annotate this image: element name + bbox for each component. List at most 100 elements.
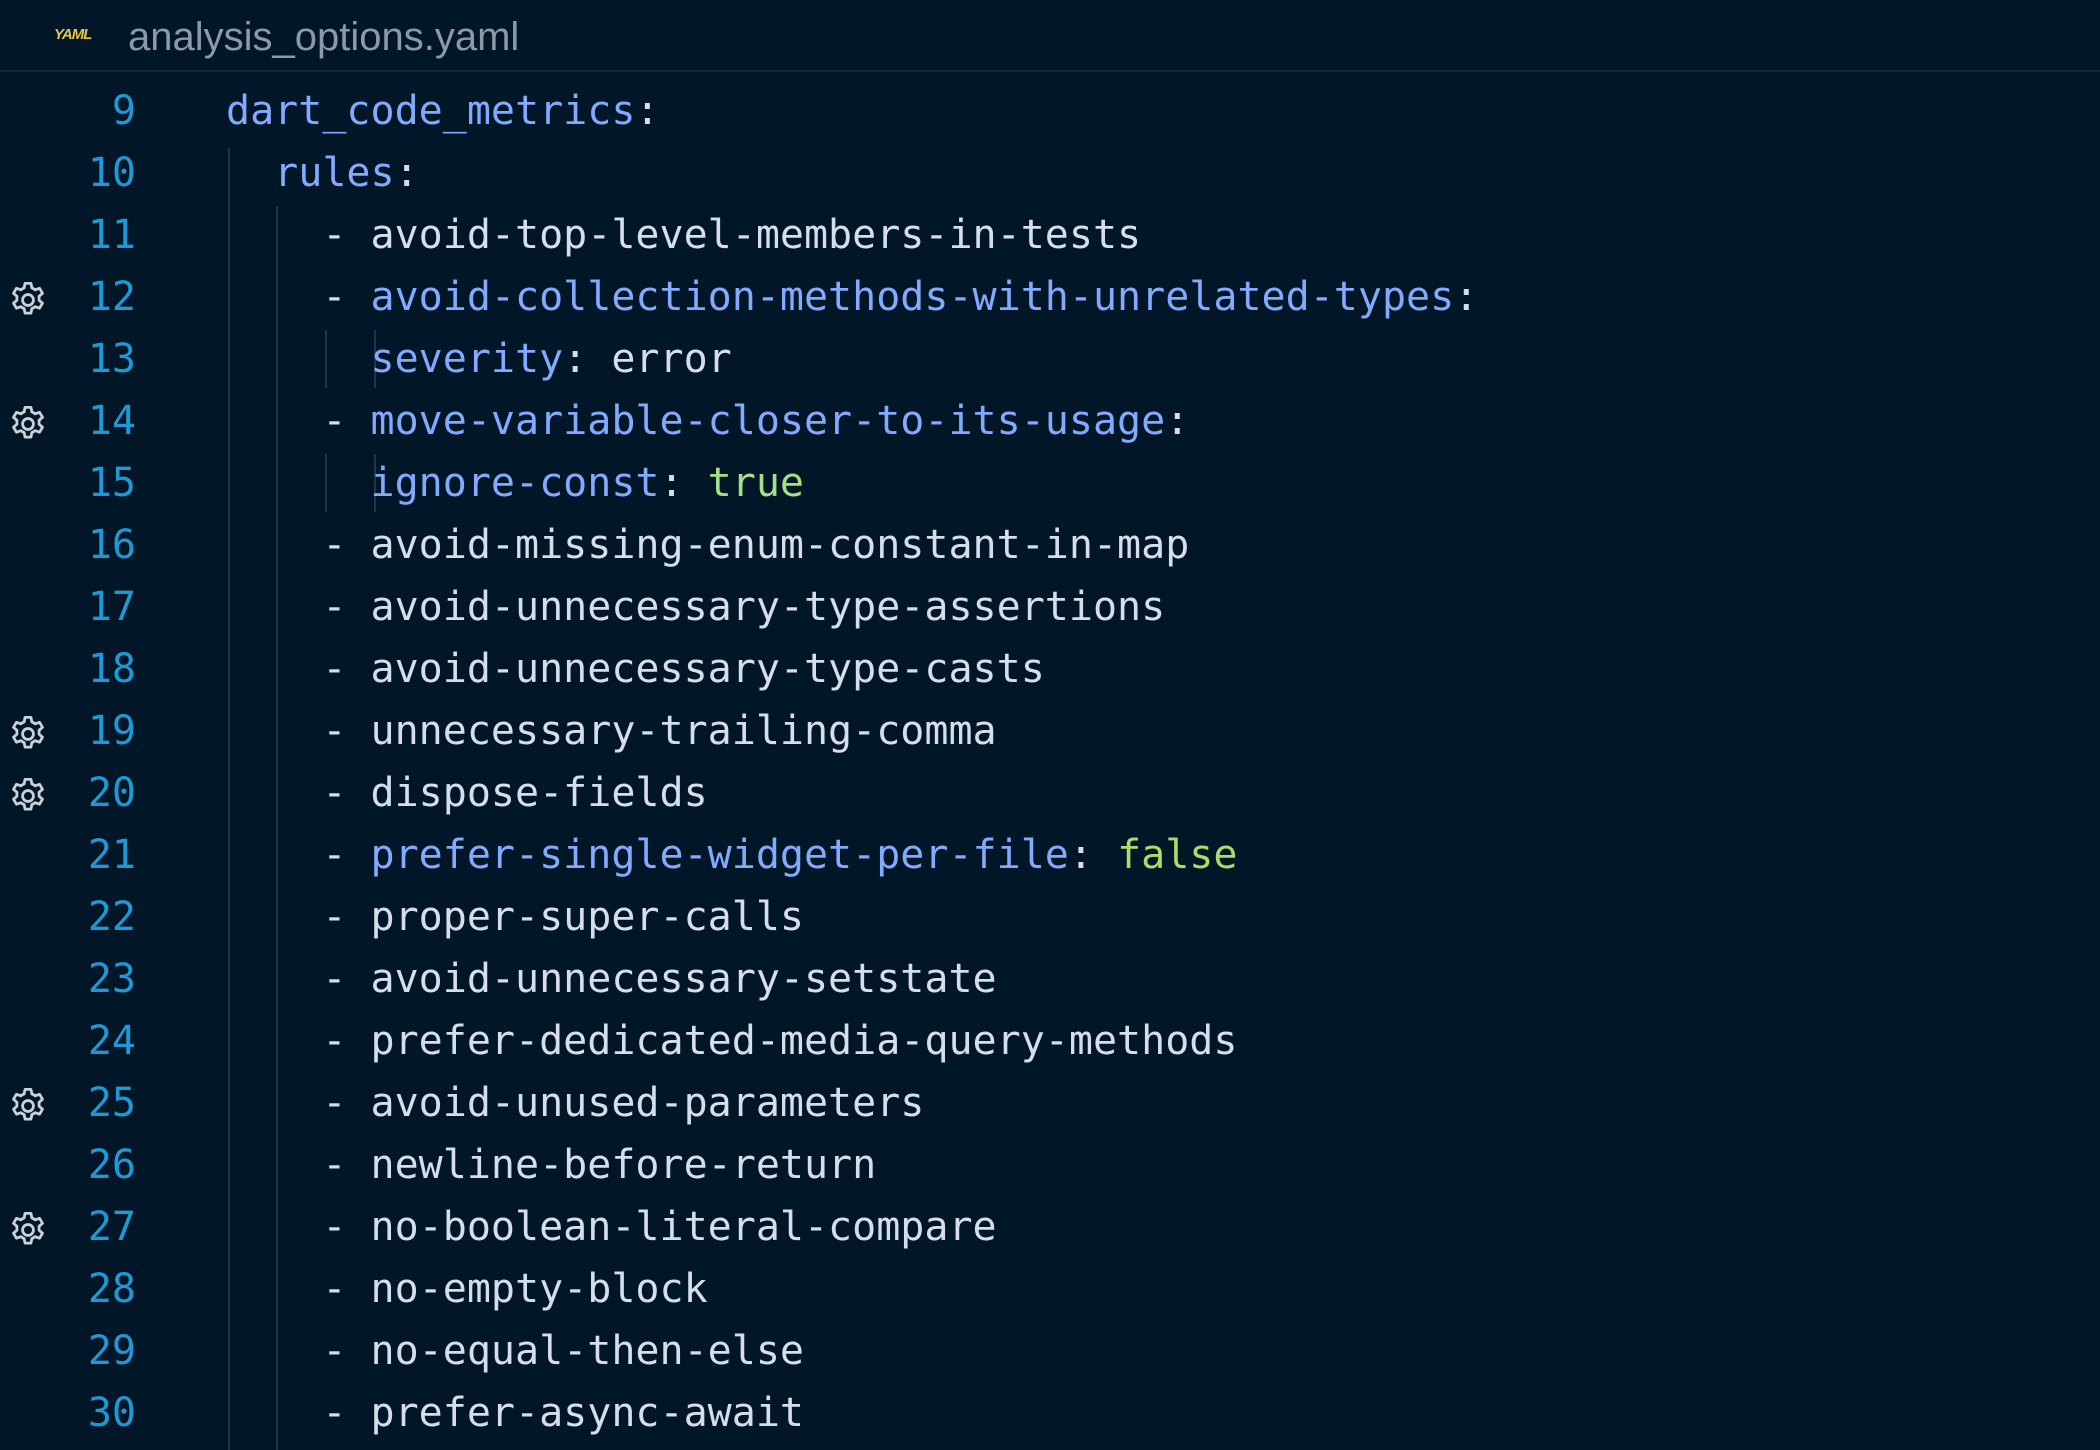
code-line[interactable]: 23 - avoid-unnecessary-setstate — [0, 948, 2100, 1010]
gear-icon[interactable] — [7, 403, 49, 445]
code-text[interactable]: - avoid-unused-parameters — [226, 1072, 924, 1134]
code-text[interactable]: - move-variable-closer-to-its-usage: — [226, 390, 1189, 452]
yaml-icon: YAML — [54, 26, 92, 43]
code-line[interactable]: 29 - no-equal-then-else — [0, 1320, 2100, 1382]
yaml-list-item: proper-super-calls — [370, 894, 804, 940]
yaml-list-item: prefer-dedicated-media-query-methods — [370, 1018, 1238, 1064]
code-line[interactable]: 16 - avoid-missing-enum-constant-in-map — [0, 514, 2100, 576]
code-line[interactable]: 12 - avoid-collection-methods-with-unrel… — [0, 266, 2100, 328]
code-line[interactable]: 14 - move-variable-closer-to-its-usage: — [0, 390, 2100, 452]
yaml-list-item: no-boolean-literal-compare — [370, 1204, 997, 1250]
code-line[interactable]: 19 - unnecessary-trailing-comma — [0, 700, 2100, 762]
line-number: 19 — [87, 708, 136, 754]
list-dash: - — [322, 832, 371, 878]
yaml-list-item: avoid-unused-parameters — [370, 1080, 925, 1126]
file-name-tab[interactable]: analysis_options.yaml — [128, 12, 519, 62]
code-line[interactable]: 22 - proper-super-calls — [0, 886, 2100, 948]
code-line[interactable]: 10 rules: — [0, 142, 2100, 204]
code-text[interactable]: rules: — [226, 142, 419, 204]
code-line[interactable]: 17 - avoid-unnecessary-type-assertions — [0, 576, 2100, 638]
code-text[interactable]: - prefer-async-await — [226, 1382, 804, 1444]
line-number: 13 — [87, 336, 136, 382]
gear-icon[interactable] — [7, 713, 49, 755]
list-dash: - — [322, 1204, 371, 1250]
yaml-list-item: avoid-missing-enum-constant-in-map — [370, 522, 1190, 568]
code-text[interactable]: - unnecessary-trailing-comma — [226, 700, 997, 762]
code-line[interactable]: 13 severity: error — [0, 328, 2100, 390]
yaml-key: rules — [274, 150, 395, 196]
code-line[interactable]: 26 - newline-before-return — [0, 1134, 2100, 1196]
line-number: 22 — [87, 894, 136, 940]
code-text[interactable]: - proper-super-calls — [226, 886, 804, 948]
code-line[interactable]: 24 - prefer-dedicated-media-query-method… — [0, 1010, 2100, 1072]
code-editor[interactable]: 9 dart_code_metrics: 10 rules: 11 - avoid-t… — [0, 80, 2100, 1450]
code-text[interactable]: - avoid-collection-methods-with-unrelate… — [226, 266, 1478, 328]
list-dash: - — [322, 956, 371, 1002]
list-dash: - — [322, 1018, 371, 1064]
list-dash: - — [322, 1080, 371, 1126]
list-dash: - — [322, 770, 371, 816]
code-text[interactable]: - avoid-unnecessary-type-casts — [226, 638, 1044, 700]
yaml-colon: : — [1454, 274, 1479, 320]
line-number: 12 — [87, 274, 136, 320]
code-text[interactable]: ignore-const: true — [226, 452, 804, 514]
code-editor-window: YAML analysis_options.yaml 9 dart_code_me… — [0, 0, 2100, 1450]
code-text[interactable]: - avoid-missing-enum-constant-in-map — [226, 514, 1189, 576]
code-line[interactable]: 27 - no-boolean-literal-compare — [0, 1196, 2100, 1258]
yaml-key: avoid-collection-methods-with-unrelated-… — [370, 274, 1455, 320]
code-line[interactable]: 20 - dispose-fields — [0, 762, 2100, 824]
gear-icon[interactable] — [7, 279, 49, 321]
code-line[interactable]: 15 ignore-const: true — [0, 452, 2100, 514]
code-line[interactable]: 28 - no-empty-block — [0, 1258, 2100, 1320]
yaml-colon: : — [1165, 398, 1190, 444]
code-text[interactable]: dart_code_metrics: — [226, 80, 660, 142]
line-number: 9 — [111, 88, 136, 134]
line-number: 28 — [87, 1266, 136, 1312]
editor-tab-bar: YAML analysis_options.yaml — [0, 0, 2100, 72]
gear-icon[interactable] — [7, 1209, 49, 1251]
line-number: 25 — [87, 1080, 136, 1126]
code-text[interactable]: - no-empty-block — [226, 1258, 708, 1320]
yaml-key: ignore-const — [370, 460, 660, 506]
code-line[interactable]: 9 dart_code_metrics: — [0, 80, 2100, 142]
list-dash: - — [322, 1328, 371, 1374]
list-dash: - — [322, 274, 371, 320]
code-text[interactable]: severity: error — [226, 328, 732, 390]
code-text[interactable]: - prefer-dedicated-media-query-methods — [226, 1010, 1237, 1072]
code-text[interactable]: - prefer-single-widget-per-file: false — [226, 824, 1237, 886]
code-line[interactable]: 25 - avoid-unused-parameters — [0, 1072, 2100, 1134]
gear-icon[interactable] — [7, 775, 49, 817]
code-line[interactable]: 21 - prefer-single-widget-per-file: fals… — [0, 824, 2100, 886]
list-dash: - — [322, 1266, 371, 1312]
yaml-list-item: no-empty-block — [370, 1266, 708, 1312]
gear-icon[interactable] — [7, 1085, 49, 1127]
code-line[interactable]: 30 - prefer-async-await — [0, 1382, 2100, 1444]
line-number: 18 — [87, 646, 136, 692]
yaml-list-item: dispose-fields — [370, 770, 708, 816]
code-text[interactable]: - dispose-fields — [226, 762, 708, 824]
code-line[interactable]: 18 - avoid-unnecessary-type-casts — [0, 638, 2100, 700]
yaml-key: severity — [370, 336, 564, 382]
code-text[interactable]: - avoid-unnecessary-setstate — [226, 948, 996, 1010]
code-text[interactable]: - no-boolean-literal-compare — [226, 1196, 997, 1258]
code-text[interactable]: - no-equal-then-else — [226, 1320, 804, 1382]
list-dash: - — [322, 646, 371, 692]
code-text[interactable]: - avoid-top-level-members-in-tests — [226, 204, 1141, 266]
yaml-list-item: unnecessary-trailing-comma — [370, 708, 997, 754]
code-line[interactable]: 11 - avoid-top-level-members-in-tests — [0, 204, 2100, 266]
code-text[interactable]: - avoid-unnecessary-type-assertions — [226, 576, 1165, 638]
code-text[interactable]: - newline-before-return — [226, 1134, 876, 1196]
